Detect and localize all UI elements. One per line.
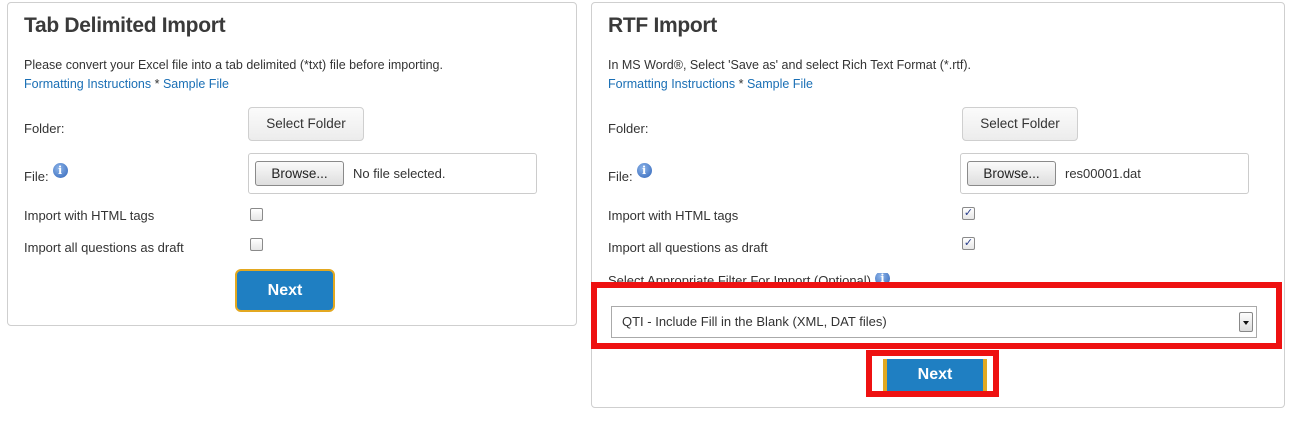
info-icon[interactable]: i: [52, 163, 68, 178]
draft-checkbox[interactable]: ✓: [962, 237, 975, 250]
file-input[interactable]: Browse... res00001.dat: [960, 153, 1249, 194]
chevron-down-icon[interactable]: [1239, 312, 1253, 332]
file-label: File:: [608, 169, 633, 184]
html-tags-label: Import with HTML tags: [608, 208, 739, 223]
filter-label-text: Select Appropriate Filter For Import (Op…: [608, 273, 871, 283]
file-status: No file selected.: [353, 166, 446, 181]
folder-label: Folder:: [24, 121, 65, 136]
filter-label: Select Appropriate Filter For Import (Op…: [608, 273, 890, 283]
file-label: File:: [24, 169, 49, 184]
html-tags-checkbox[interactable]: [250, 208, 263, 221]
file-label-row: File: i: [24, 163, 68, 184]
help-links: Formatting Instructions * Sample File: [24, 77, 229, 91]
select-folder-button[interactable]: Select Folder: [248, 107, 364, 141]
panel-description: Please convert your Excel file into a ta…: [24, 58, 443, 72]
info-icon[interactable]: i: [875, 273, 890, 283]
folder-label: Folder:: [608, 121, 649, 136]
info-icon[interactable]: i: [636, 163, 652, 178]
html-tags-checkbox[interactable]: ✓: [962, 207, 975, 220]
formatting-instructions-link[interactable]: Formatting Instructions: [608, 77, 735, 91]
browse-button[interactable]: Browse...: [967, 161, 1056, 186]
select-folder-button[interactable]: Select Folder: [962, 107, 1078, 141]
sample-file-link[interactable]: Sample File: [163, 77, 229, 91]
help-links: Formatting Instructions * Sample File: [608, 77, 813, 91]
draft-checkbox[interactable]: [250, 238, 263, 251]
filter-selected-value: QTI - Include Fill in the Blank (XML, DA…: [622, 314, 887, 329]
tab-delimited-import-panel: Tab Delimited Import Please convert your…: [7, 2, 577, 326]
next-button[interactable]: Next: [883, 359, 987, 391]
draft-label: Import all questions as draft: [24, 240, 184, 255]
panel-description: In MS Word®, Select 'Save as' and select…: [608, 58, 971, 72]
html-tags-label: Import with HTML tags: [24, 208, 155, 223]
link-separator: *: [735, 77, 747, 91]
panel-title: RTF Import: [608, 14, 717, 37]
file-status: res00001.dat: [1065, 166, 1141, 181]
import-filter-select[interactable]: QTI - Include Fill in the Blank (XML, DA…: [611, 306, 1257, 338]
draft-label: Import all questions as draft: [608, 240, 768, 255]
rtf-import-panel: RTF Import In MS Word®, Select 'Save as'…: [591, 2, 1285, 408]
link-separator: *: [151, 77, 163, 91]
next-button[interactable]: Next: [235, 269, 335, 312]
formatting-instructions-link[interactable]: Formatting Instructions: [24, 77, 151, 91]
panel-title: Tab Delimited Import: [24, 14, 226, 37]
sample-file-link[interactable]: Sample File: [747, 77, 813, 91]
browse-button[interactable]: Browse...: [255, 161, 344, 186]
file-input[interactable]: Browse... No file selected.: [248, 153, 537, 194]
file-label-row: File: i: [608, 163, 652, 184]
